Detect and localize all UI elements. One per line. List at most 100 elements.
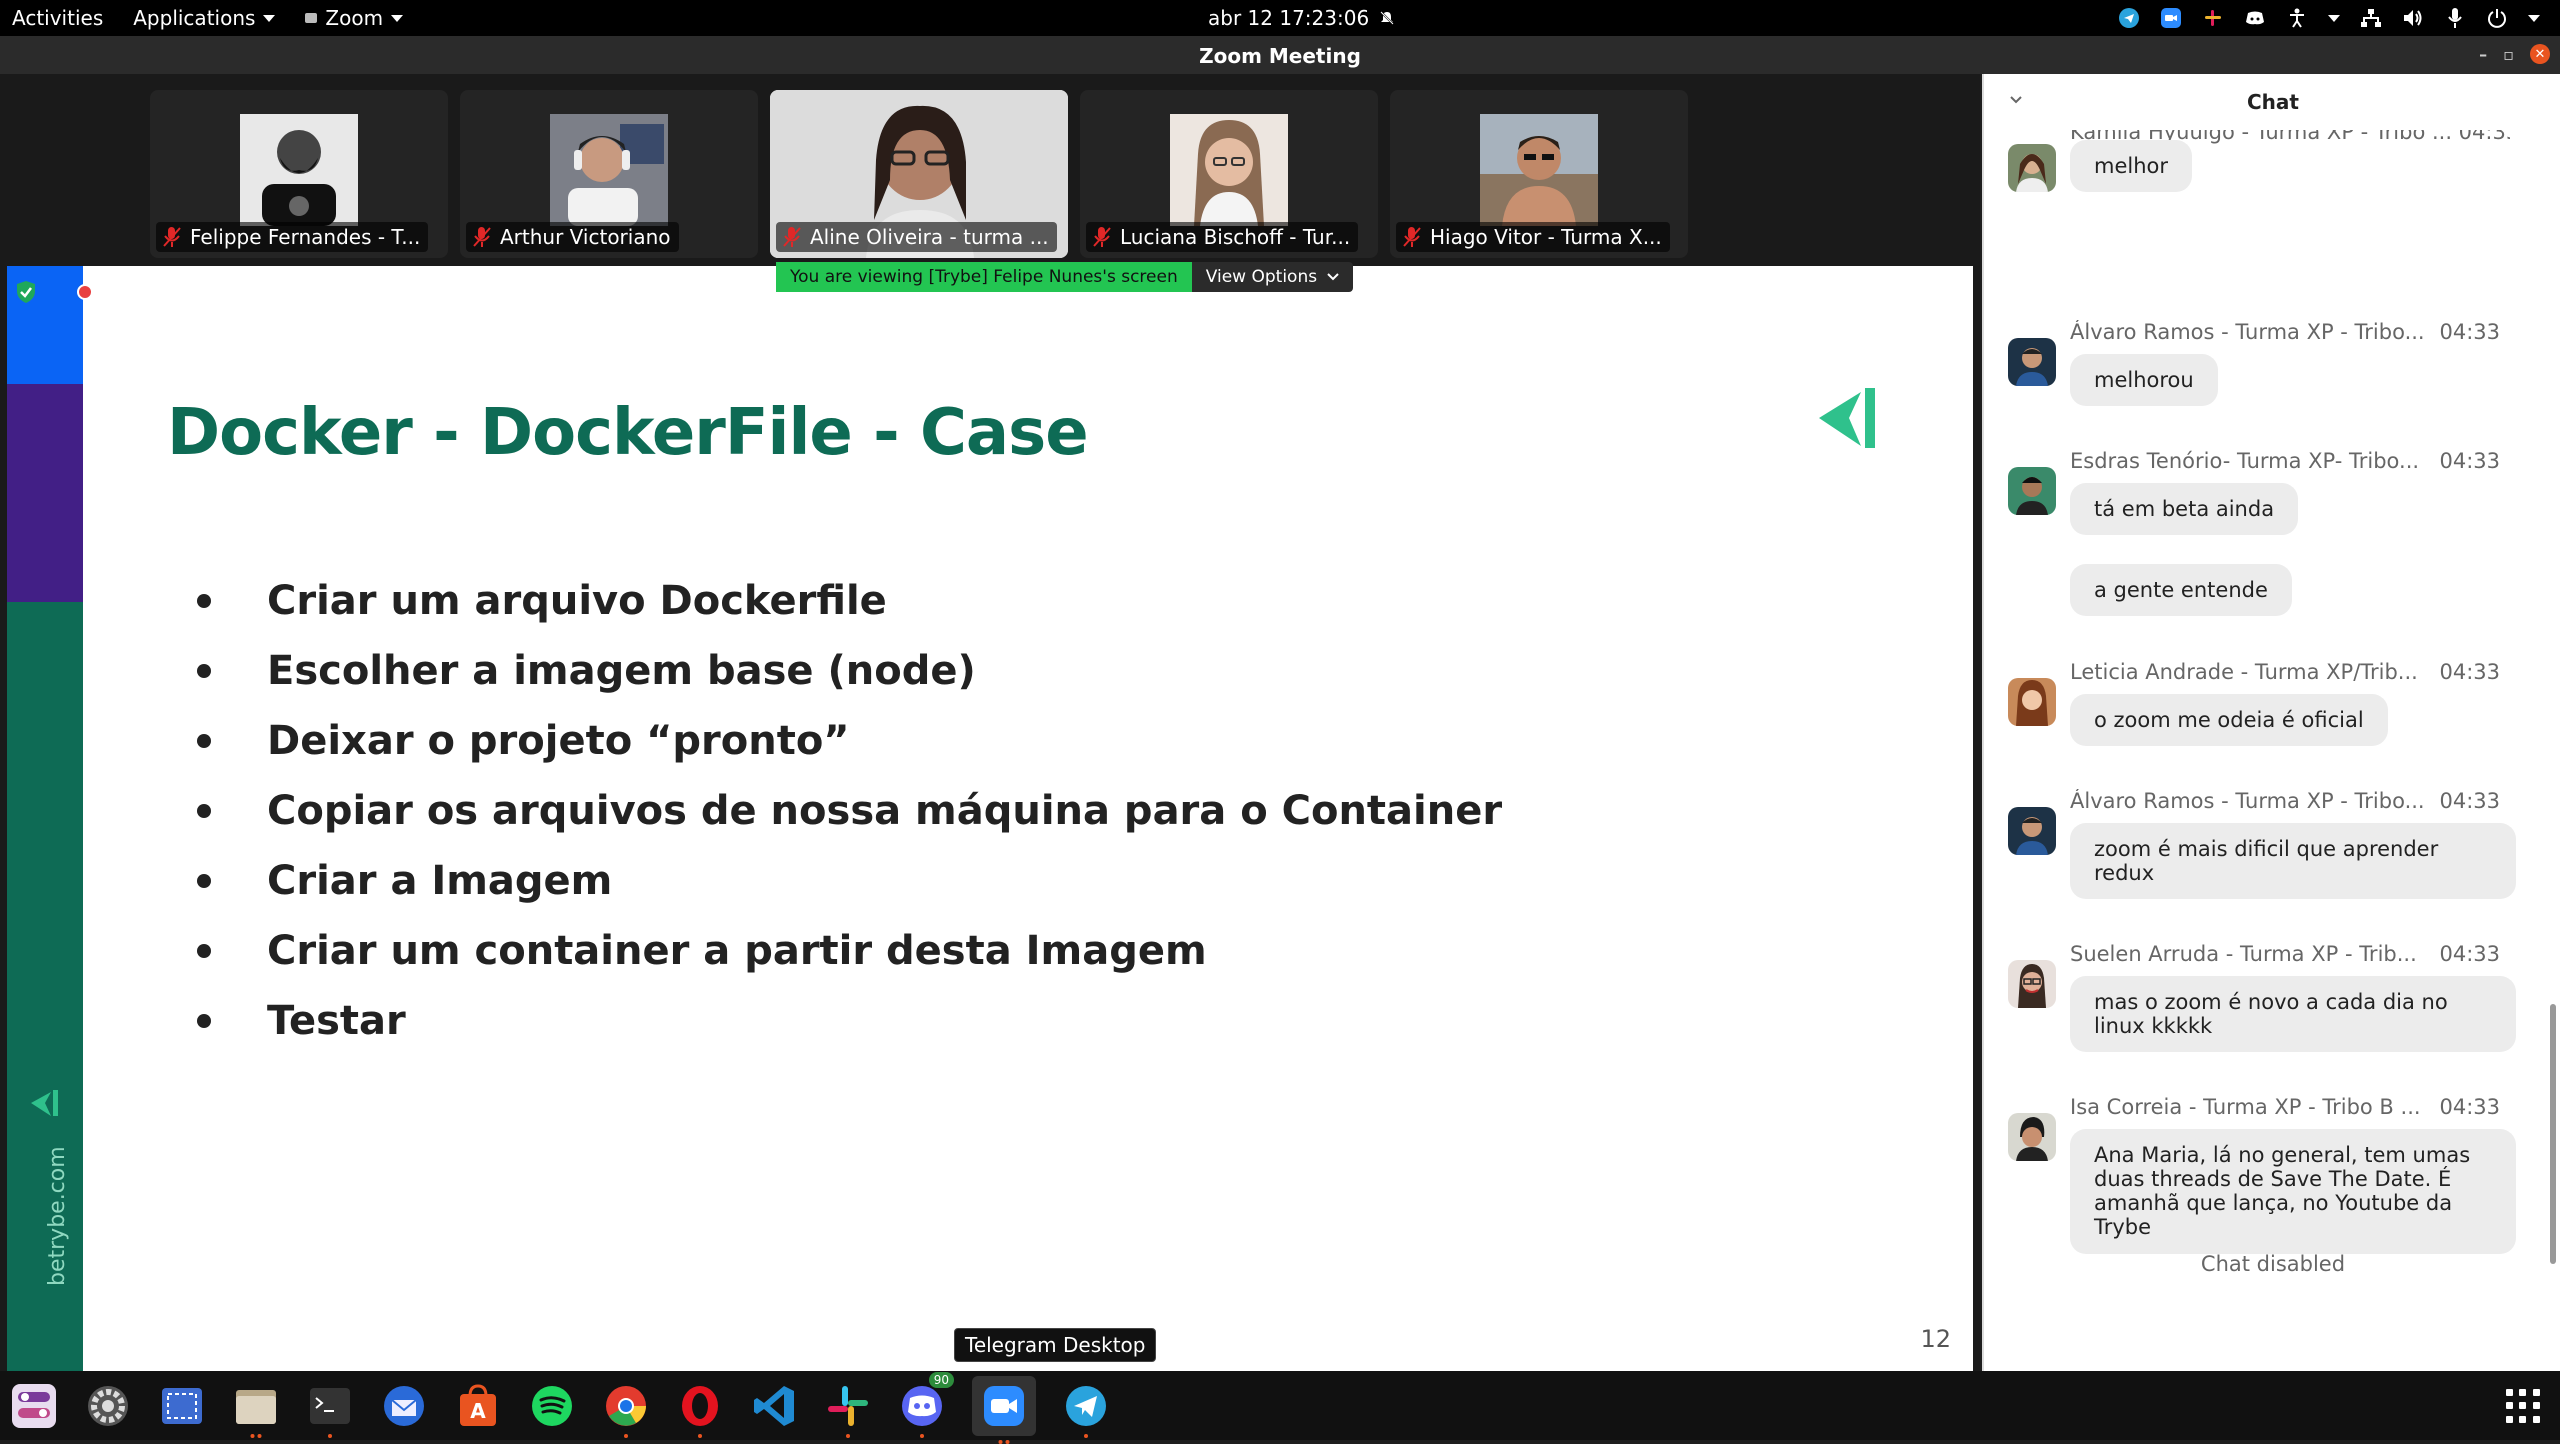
chevron-down-icon[interactable] bbox=[2328, 14, 2340, 22]
chat-header: Chat bbox=[1984, 74, 2560, 130]
applications-menu[interactable]: Applications bbox=[133, 6, 276, 30]
minimize-button[interactable]: – bbox=[2479, 45, 2487, 64]
discord-tray-icon[interactable] bbox=[2244, 7, 2266, 29]
slide-bullet: Deixar o projeto “pronto” bbox=[197, 706, 1502, 776]
chat-bubble: melhorou bbox=[2070, 354, 2218, 407]
opera-icon[interactable] bbox=[676, 1382, 724, 1438]
participant-tile-active-speaker[interactable]: Aline Oliveira - turma ... bbox=[770, 90, 1068, 258]
bullet-dot bbox=[197, 874, 211, 888]
chat-message-list[interactable]: Kamila Hyuuigo - Turma XP - Tribo ... 04… bbox=[1984, 130, 2560, 1260]
chat-message-meta: Leticia Andrade - Turma XP/Trib... 04:33 bbox=[2070, 660, 2500, 684]
network-icon[interactable] bbox=[2360, 7, 2382, 29]
chat-sender: Esdras Tenório- Turma XP- Tribo... bbox=[2070, 449, 2420, 473]
mic-muted-icon bbox=[1403, 227, 1421, 247]
avatar bbox=[2008, 144, 2056, 192]
participant-tile[interactable]: Arthur Victoriano bbox=[460, 90, 758, 258]
vscode-icon[interactable] bbox=[750, 1382, 798, 1430]
participant-tile[interactable]: Hiago Vitor - Turma X... bbox=[1390, 90, 1688, 258]
slack-icon[interactable] bbox=[824, 1382, 872, 1438]
chat-bubble: zoom é mais dificil que aprender redux bbox=[2070, 823, 2516, 900]
shield-icon bbox=[17, 281, 35, 303]
show-applications-icon[interactable] bbox=[2506, 1389, 2540, 1423]
chat-sender: Leticia Andrade - Turma XP/Trib... bbox=[2070, 660, 2418, 684]
participant-name: Luciana Bischoff - Tur... bbox=[1120, 225, 1351, 249]
chevron-down-icon bbox=[1327, 273, 1339, 281]
chat-time: 04:33 bbox=[2439, 1095, 2500, 1119]
participant-name: Aline Oliveira - turma ... bbox=[810, 225, 1049, 249]
slack-tray-icon[interactable] bbox=[2202, 7, 2224, 29]
meeting-area: Felippe Fernandes - T... Arthur Victoria… bbox=[0, 74, 1980, 1371]
zoom-small-icon bbox=[305, 13, 318, 23]
chevron-down-icon[interactable] bbox=[2528, 14, 2540, 22]
participant-tile[interactable]: Luciana Bischoff - Tur... bbox=[1080, 90, 1378, 258]
bullet-dot bbox=[197, 944, 211, 958]
chat-time: 04:33 bbox=[2439, 660, 2500, 684]
zoom-icon[interactable] bbox=[972, 1375, 1036, 1444]
participant-video bbox=[1480, 114, 1598, 226]
volume-icon[interactable] bbox=[2402, 7, 2424, 29]
chat-time: 04:33 bbox=[2439, 320, 2500, 344]
avatar bbox=[2008, 1113, 2056, 1161]
participant-name-label: Hiago Vitor - Turma X... bbox=[1396, 222, 1670, 252]
accessibility-icon[interactable] bbox=[2286, 7, 2308, 29]
power-icon[interactable] bbox=[2486, 7, 2508, 29]
settings-icon[interactable] bbox=[84, 1382, 132, 1430]
participant-name: Hiago Vitor - Turma X... bbox=[1430, 225, 1662, 249]
activities-button[interactable]: Activities bbox=[12, 6, 103, 30]
microphone-icon[interactable] bbox=[2444, 7, 2466, 29]
chat-message-meta: Isa Correia - Turma XP - Tribo B ... 04:3… bbox=[2070, 1095, 2500, 1119]
bullet-text: Deixar o projeto “pronto” bbox=[267, 718, 850, 764]
chrome-icon[interactable] bbox=[602, 1382, 650, 1438]
discord-icon[interactable]: 90 bbox=[898, 1371, 954, 1438]
window-title-bar: Zoom Meeting – ▫ ✕ bbox=[0, 36, 2560, 74]
restore-button[interactable]: ▫ bbox=[2503, 45, 2514, 64]
chat-scrollbar[interactable] bbox=[2550, 1004, 2556, 1264]
dock: A 90 bbox=[0, 1371, 2560, 1444]
bullet-text: Testar bbox=[267, 998, 406, 1044]
participant-name-label: Luciana Bischoff - Tur... bbox=[1086, 222, 1359, 252]
chat-title: Chat bbox=[2247, 90, 2299, 114]
telegram-icon[interactable] bbox=[1062, 1382, 1110, 1438]
slide-page-number: 12 bbox=[1920, 1325, 1951, 1353]
zoom-tray-icon[interactable] bbox=[2160, 7, 2182, 29]
chat-disabled-notice: Chat disabled bbox=[2200, 1252, 2346, 1276]
slide-bullet-list: Criar um arquivo Dockerfile Escolher a i… bbox=[197, 566, 1502, 1056]
trybe-logo-icon bbox=[31, 1090, 58, 1116]
files-icon[interactable] bbox=[232, 1382, 280, 1438]
thunderbird-icon[interactable] bbox=[380, 1382, 428, 1430]
avatar bbox=[2008, 960, 2056, 1008]
bullet-text: Criar a Imagem bbox=[267, 858, 613, 904]
terminal-icon[interactable] bbox=[306, 1382, 354, 1438]
chat-bubble: a gente entende bbox=[2070, 564, 2292, 617]
participant-gallery: Felippe Fernandes - T... Arthur Victoria… bbox=[150, 90, 1688, 258]
shared-screen-slide: betrybe.com Docker - DockerFile - Case C… bbox=[7, 266, 1973, 1371]
close-button[interactable]: ✕ bbox=[2530, 44, 2550, 64]
chat-bubble: melhor bbox=[2070, 140, 2193, 193]
chat-bubble: tá em beta ainda bbox=[2070, 483, 2299, 536]
slide-bullet: Copiar os arquivos de nossa máquina para… bbox=[197, 776, 1502, 846]
chat-message-meta: Esdras Tenório- Turma XP- Tribo... 04:33 bbox=[2070, 449, 2500, 473]
slide-bullet: Criar um arquivo Dockerfile bbox=[197, 566, 1502, 636]
viewing-banner: You are viewing [Trybe] Felipe Nunes's s… bbox=[776, 262, 1354, 292]
bullet-dot bbox=[197, 594, 211, 608]
participant-video bbox=[1170, 114, 1288, 226]
clock[interactable]: abr 12 17:23:06 bbox=[1208, 0, 1395, 36]
mic-muted-icon bbox=[473, 227, 491, 247]
top-bar: Activities Applications Zoom abr 12 17:2… bbox=[0, 0, 2560, 36]
dock-tooltip: Telegram Desktop bbox=[954, 1328, 1157, 1362]
bullet-text: Copiar os arquivos de nossa máquina para… bbox=[267, 788, 1503, 834]
zoom-app-menu[interactable]: Zoom bbox=[305, 6, 404, 30]
avatar bbox=[2008, 807, 2056, 855]
app-center-icon[interactable]: A bbox=[454, 1382, 502, 1430]
chat-sender: Álvaro Ramos - Turma XP - Tribo... bbox=[2070, 789, 2425, 813]
trybe-logo-icon bbox=[1819, 388, 1875, 448]
chat-sender: Álvaro Ramos - Turma XP - Tribo... bbox=[2070, 320, 2425, 344]
participant-tile[interactable]: Felippe Fernandes - T... bbox=[150, 90, 448, 258]
view-options-button[interactable]: View Options bbox=[1191, 262, 1354, 292]
telegram-tray-icon[interactable] bbox=[2118, 7, 2140, 29]
screenshot-icon[interactable] bbox=[158, 1382, 206, 1430]
bullet-dot bbox=[197, 664, 211, 678]
avatar bbox=[2008, 467, 2056, 515]
spotify-icon[interactable] bbox=[528, 1382, 576, 1430]
app-switcher-icon[interactable] bbox=[10, 1382, 58, 1430]
